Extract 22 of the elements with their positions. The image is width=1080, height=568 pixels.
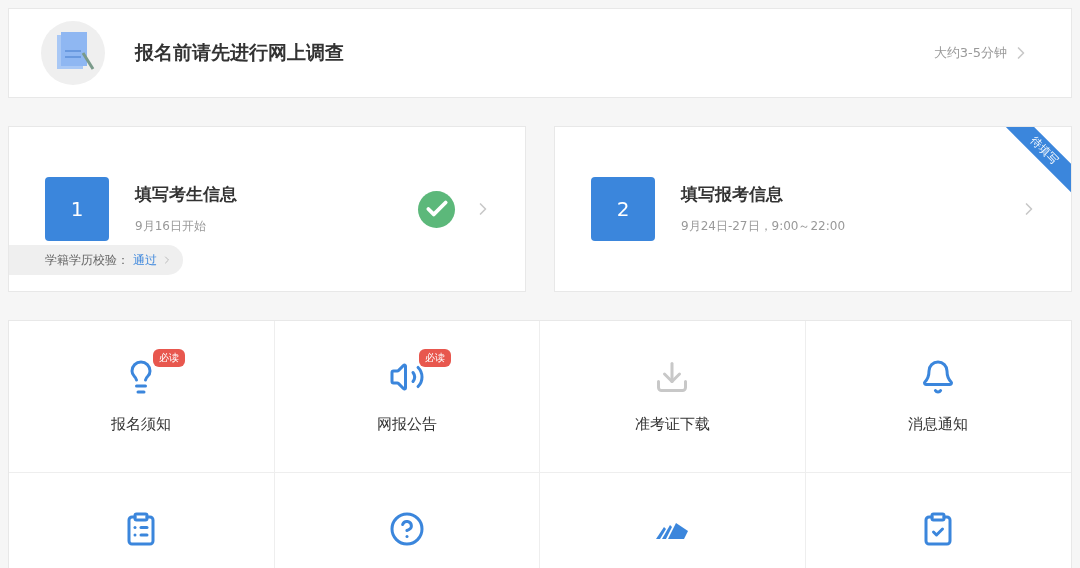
help-icon (388, 511, 425, 547)
step-card[interactable]: 1 填写考生信息 9月16日开始 学籍学历校验： 通过 (8, 126, 526, 292)
tile-label: 消息通知 (908, 415, 969, 434)
step-date: 9月24日-27日，9:00～22:00 (681, 218, 847, 235)
badge: 必读 (418, 349, 451, 367)
menu-tile[interactable]: 必读 报名须知 (9, 321, 275, 473)
step-title: 填写考生信息 (135, 183, 238, 206)
survey-card[interactable]: 报名前请先进行网上调查 大约3-5分钟 (8, 8, 1072, 98)
step-number: 1 (45, 177, 109, 241)
step-number: 2 (591, 177, 655, 241)
menu-tile[interactable]: 消息通知 (805, 321, 1071, 473)
step-title: 填写报考信息 (681, 183, 784, 206)
badge: 必读 (153, 349, 186, 367)
step-card[interactable]: 2 填写报考信息 9月24日-27日，9:00～22:00 待填写 (554, 126, 1072, 292)
step-date: 9月16日开始 (135, 218, 207, 235)
survey-title: 报名前请先进行网上调查 (135, 40, 345, 65)
tile-label: 报名须知 (111, 415, 172, 434)
tile-label: 准考证下载 (634, 415, 710, 434)
questionnaire-illustration (41, 21, 105, 85)
menu-tile[interactable]: 必读 网报公告 (274, 321, 540, 473)
tile-label: 网报公告 (376, 415, 437, 434)
verify-label: 学籍学历校验： (45, 251, 129, 269)
